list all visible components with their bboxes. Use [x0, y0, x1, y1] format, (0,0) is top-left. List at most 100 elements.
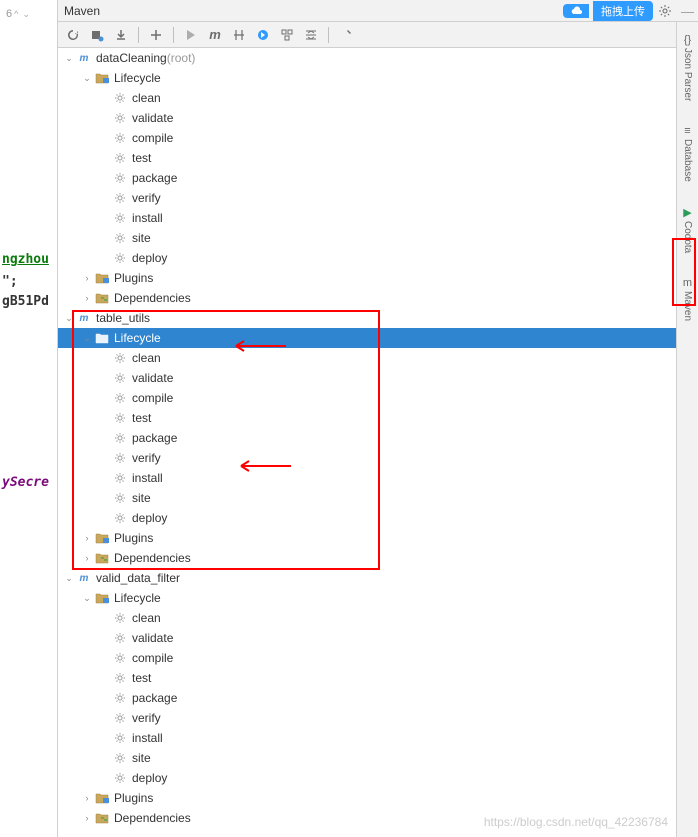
lifecycle-phase-package[interactable]: package: [58, 168, 698, 188]
chevron-right-icon[interactable]: ›: [80, 791, 94, 805]
node-icon: [112, 470, 128, 486]
chevron-right-icon[interactable]: ›: [80, 531, 94, 545]
lifecycle-phase-deploy[interactable]: deploy: [58, 508, 698, 528]
lifecycle-node[interactable]: ⌄Lifecycle: [58, 328, 698, 348]
lifecycle-phase-compile[interactable]: compile: [58, 648, 698, 668]
lifecycle-node[interactable]: ⌄Lifecycle: [58, 588, 698, 608]
chevron-down-icon[interactable]: ⌄: [62, 51, 76, 65]
lifecycle-phase-install[interactable]: install: [58, 208, 698, 228]
hide-button[interactable]: —: [677, 4, 698, 19]
show-dependencies-button[interactable]: [276, 24, 298, 46]
chevron-right-icon[interactable]: ›: [80, 291, 94, 305]
download-button[interactable]: [110, 24, 132, 46]
node-icon: [112, 670, 128, 686]
plugins-node[interactable]: › Plugins: [58, 268, 698, 288]
node-label: Lifecycle: [114, 71, 161, 85]
lifecycle-phase-deploy[interactable]: deploy: [58, 768, 698, 788]
lifecycle-phase-test[interactable]: test: [58, 668, 698, 688]
lifecycle-phase-validate[interactable]: validate: [58, 628, 698, 648]
lifecycle-phase-install[interactable]: install: [58, 468, 698, 488]
dependencies-node[interactable]: ›Dependencies: [58, 288, 698, 308]
skip-tests-button[interactable]: [252, 24, 274, 46]
chevron-down-icon[interactable]: ⌄: [80, 331, 94, 345]
chevron-right-icon[interactable]: ›: [80, 271, 94, 285]
lifecycle-phase-site[interactable]: site: [58, 748, 698, 768]
lifecycle-phase-package[interactable]: package: [58, 688, 698, 708]
side-tabs: {}Json Parser ≡Database ▶Codota mMaven: [676, 22, 698, 837]
chevron-right-icon[interactable]: ›: [80, 551, 94, 565]
lifecycle-phase-site[interactable]: site: [58, 488, 698, 508]
node-icon: [94, 810, 110, 826]
lifecycle-phase-test[interactable]: test: [58, 148, 698, 168]
editor-gutter: 6 ^ ⌄ ngzhou "; gB51Pd ySecre: [0, 0, 58, 837]
node-icon: m: [76, 570, 92, 586]
side-tab-label: Codota: [682, 221, 693, 253]
lifecycle-phase-compile[interactable]: compile: [58, 128, 698, 148]
plugins-node[interactable]: ›Plugins: [58, 788, 698, 808]
node-label: deploy: [132, 251, 167, 265]
lifecycle-phase-verify[interactable]: verify: [58, 448, 698, 468]
chevron-right-icon[interactable]: ›: [80, 811, 94, 825]
node-label: test: [132, 151, 151, 165]
node-label: clean: [132, 351, 161, 365]
node-label: package: [132, 171, 177, 185]
reload-button[interactable]: [62, 24, 84, 46]
settings-icon[interactable]: [657, 3, 673, 19]
side-tab-maven[interactable]: mMaven: [680, 271, 695, 327]
add-project-button[interactable]: [145, 24, 167, 46]
lifecycle-phase-verify[interactable]: verify: [58, 188, 698, 208]
node-icon: [112, 130, 128, 146]
chevron-down-icon[interactable]: ⌄: [62, 571, 76, 585]
upload-button[interactable]: 拖拽上传: [593, 1, 653, 21]
node-icon: [112, 210, 128, 226]
lifecycle-phase-package[interactable]: package: [58, 428, 698, 448]
node-label: compile: [132, 131, 173, 145]
node-label: table_utils: [96, 311, 150, 325]
side-tab-json-parser[interactable]: {}Json Parser: [680, 28, 695, 107]
generate-sources-button[interactable]: [86, 24, 108, 46]
lifecycle-phase-verify[interactable]: verify: [58, 708, 698, 728]
dependencies-node[interactable]: ›Dependencies: [58, 548, 698, 568]
lifecycle-phase-test[interactable]: test: [58, 408, 698, 428]
lifecycle-phase-clean[interactable]: clean: [58, 608, 698, 628]
side-tab-label: Database: [682, 139, 693, 182]
lifecycle-node[interactable]: ⌄ Lifecycle: [58, 68, 698, 88]
side-tab-codota[interactable]: ▶Codota: [680, 200, 695, 259]
node-icon: [112, 610, 128, 626]
lifecycle-phase-install[interactable]: install: [58, 728, 698, 748]
node-label: install: [132, 731, 163, 745]
cloud-button[interactable]: [563, 4, 589, 18]
node-label: site: [132, 751, 151, 765]
node-label: Plugins: [114, 271, 153, 285]
execute-goal-button[interactable]: m: [204, 24, 226, 46]
plugins-node[interactable]: ›Plugins: [58, 528, 698, 548]
node-label: compile: [132, 391, 173, 405]
lifecycle-phase-validate[interactable]: validate: [58, 108, 698, 128]
node-icon: [112, 430, 128, 446]
side-tab-database[interactable]: ≡Database: [680, 119, 695, 188]
toggle-offline-button[interactable]: [228, 24, 250, 46]
lifecycle-phase-site[interactable]: site: [58, 228, 698, 248]
lifecycle-phase-deploy[interactable]: deploy: [58, 248, 698, 268]
project-node[interactable]: ⌄mtable_utils: [58, 308, 698, 328]
node-icon: [112, 690, 128, 706]
lifecycle-phase-clean[interactable]: clean: [58, 88, 698, 108]
settings-button[interactable]: [335, 24, 357, 46]
lifecycle-phase-validate[interactable]: validate: [58, 368, 698, 388]
node-icon: [112, 370, 128, 386]
maven-tree[interactable]: ⌄mdataCleaning (root)⌄Lifecyclecleanvali…: [58, 48, 698, 837]
lifecycle-phase-compile[interactable]: compile: [58, 388, 698, 408]
chevron-down-icon[interactable]: ⌄: [80, 71, 94, 85]
collapse-all-button[interactable]: [300, 24, 322, 46]
node-icon: [112, 390, 128, 406]
run-button[interactable]: [180, 24, 202, 46]
lifecycle-phase-clean[interactable]: clean: [58, 348, 698, 368]
project-node[interactable]: ⌄mdataCleaning (root): [58, 48, 698, 68]
node-icon: [112, 450, 128, 466]
side-tab-label: Json Parser: [682, 48, 693, 101]
project-node[interactable]: ⌄mvalid_data_filter: [58, 568, 698, 588]
chevron-down-icon[interactable]: ⌄: [80, 591, 94, 605]
node-icon: [94, 550, 110, 566]
node-label: package: [132, 691, 177, 705]
chevron-down-icon[interactable]: ⌄: [62, 311, 76, 325]
